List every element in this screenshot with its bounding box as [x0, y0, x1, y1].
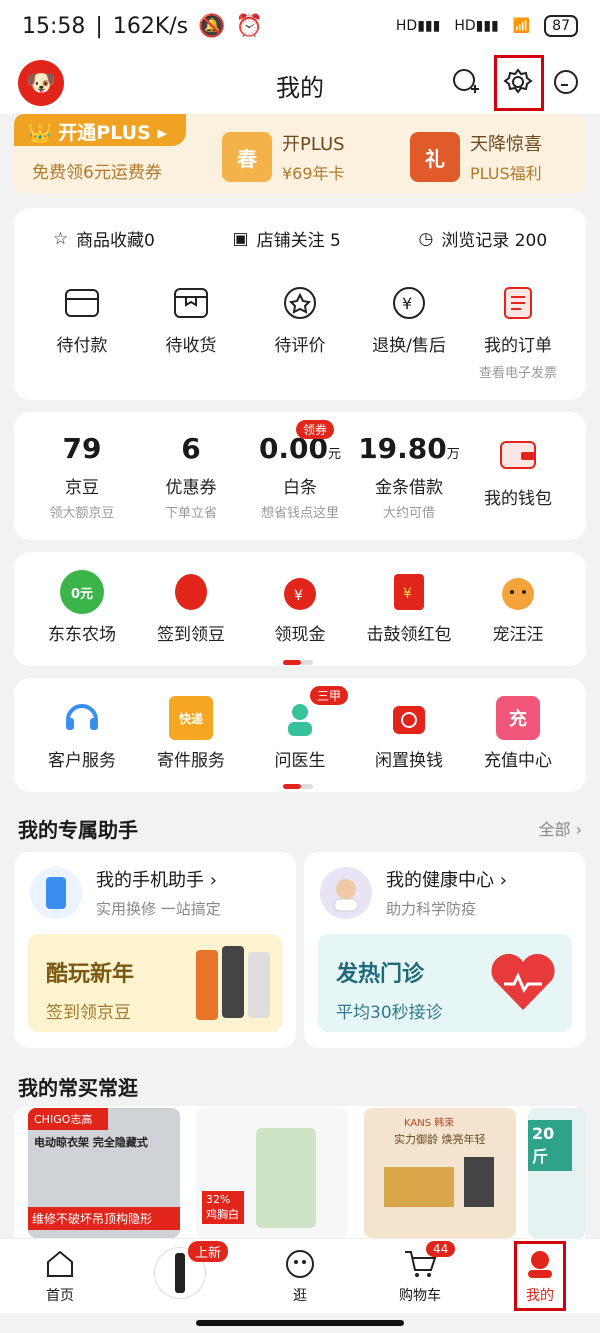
- follow-link[interactable]: ▣ 店铺关注 5: [232, 226, 341, 252]
- order-receive[interactable]: 待收货: [139, 281, 243, 381]
- gift-icon: 礼: [410, 132, 460, 182]
- dog-icon: [496, 570, 540, 614]
- orders-card: ☆ 商品收藏0 ▣ 店铺关注 5 ◷ 浏览记录 200 待付款 待收货 待评价 ¥ 退…: [14, 208, 586, 400]
- doctor-item[interactable]: 三甲 问医生: [248, 686, 352, 771]
- review-icon: [278, 281, 322, 325]
- pet-item[interactable]: 宠汪汪: [466, 570, 570, 645]
- status-bar: 15:58 | 162K/s 🔕 ⏰ HD▮▮▮ HD▮▮▮ 📶 87: [0, 0, 600, 52]
- home-indicator: [196, 1320, 404, 1326]
- coupon-item[interactable]: 6 优惠券 下单立省: [139, 432, 243, 521]
- battery-level: 87: [544, 15, 578, 37]
- tab-mine[interactable]: 我的: [480, 1239, 600, 1314]
- product-drying-rack[interactable]: CHIGO志高 电动晾衣架 完全隐藏式 维修不破坏吊顶构隐形: [28, 1108, 180, 1238]
- top-header: 🐶 我的: [0, 52, 600, 114]
- order-list-icon: [496, 281, 540, 325]
- games-card: 0元 东东农场 签到领豆 ¥ 领现金 ¥ 击鼓领红包 宠汪汪: [14, 552, 586, 666]
- cart-count-badge: 44: [426, 1241, 456, 1257]
- plus-surprise[interactable]: 礼 天降惊喜 PLUS福利: [410, 130, 542, 184]
- settings-highlight: [494, 55, 544, 111]
- tab-browse[interactable]: 逛: [240, 1239, 360, 1314]
- headset-icon: [60, 696, 104, 740]
- mute-icon: 🔕: [198, 13, 226, 39]
- sanjia-badge: 三甲: [310, 686, 349, 705]
- status-time: 15:58: [22, 13, 86, 39]
- farm-icon: 0元: [60, 570, 104, 614]
- message-icon[interactable]: [548, 64, 584, 100]
- health-banner[interactable]: 发热门诊 平均30秒接诊: [318, 934, 572, 1032]
- jintiao-item[interactable]: 19.80万 金条借款 大约可借: [357, 432, 461, 521]
- fav-link[interactable]: ☆ 商品收藏0: [52, 226, 155, 252]
- recharge-item[interactable]: 充 充值中心: [466, 696, 570, 771]
- signal-icon: HD▮▮▮: [395, 18, 441, 34]
- red-packet-icon: ¥: [387, 570, 431, 614]
- tab-mine-highlight: [514, 1241, 566, 1311]
- add-friend-icon[interactable]: [448, 64, 484, 100]
- new-badge: 上新: [188, 1241, 229, 1262]
- bean-icon: [169, 570, 213, 614]
- alarm-icon: ⏰: [235, 13, 263, 39]
- order-refund[interactable]: ¥ 退换/售后: [357, 281, 461, 381]
- wifi-icon: 📶: [512, 18, 531, 34]
- assistant-title: 我的专属助手: [18, 818, 138, 842]
- svg-text:¥: ¥: [403, 586, 412, 602]
- tab-cart[interactable]: 44 购物车: [360, 1239, 480, 1314]
- express-item[interactable]: 快递 寄件服务: [139, 696, 243, 771]
- recharge-icon: 充: [496, 696, 540, 740]
- product-cosmetics[interactable]: KANS 韩束 实力御龄 焕亮年轻: [364, 1108, 516, 1238]
- star-icon: ☆: [52, 228, 69, 249]
- order-review[interactable]: 待评价: [248, 281, 352, 381]
- plus-coupon-text: 免费领6元运费券: [32, 163, 162, 183]
- product-cat-food[interactable]: 32% 鸡胸白: [196, 1108, 348, 1238]
- idle-exchange-item[interactable]: 闲置换钱: [357, 696, 461, 771]
- plus-annual-card[interactable]: 春 开PLUS ¥69年卡: [222, 130, 345, 184]
- box-icon: [169, 281, 213, 325]
- phone-icon: [30, 866, 82, 919]
- tab-home[interactable]: 首页: [0, 1239, 120, 1314]
- wallet-card: 79 京豆 领大额京豆 6 优惠券 下单立省 领券 0.00元 白条 想省钱点这…: [14, 412, 586, 540]
- baitiao-item[interactable]: 领券 0.00元 白条 想省钱点这里: [248, 420, 352, 521]
- signal2-icon: HD▮▮▮: [454, 18, 499, 34]
- product-partial[interactable]: 20斤: [528, 1108, 586, 1238]
- wallet-card-icon: [60, 281, 104, 325]
- status-speed: 162K/s: [112, 13, 189, 39]
- history-link[interactable]: ◷ 浏览记录 200: [418, 226, 547, 252]
- plus-open-tag[interactable]: 👑 开通PLUS ▸: [14, 114, 186, 146]
- frequent-title: 我的常买常逛: [18, 1076, 138, 1100]
- clock-icon: ◷: [418, 228, 434, 249]
- assistant-more-link[interactable]: 全部 ›: [539, 816, 583, 840]
- phone-assistant-card[interactable]: 我的手机助手 › 实用换修 一站搞定 酷玩新年 签到领京豆: [14, 852, 296, 1048]
- svg-text:¥: ¥: [294, 588, 303, 604]
- phone-product-image: [192, 944, 272, 1024]
- home-icon: [43, 1247, 77, 1281]
- plus-card-icon: 春: [222, 132, 272, 182]
- games-pager: [283, 650, 317, 665]
- phone-banner[interactable]: 酷玩新年 签到领京豆: [28, 934, 282, 1032]
- bottom-tab-bar: 首页 上新 逛 44 购物车 我的: [0, 1238, 600, 1313]
- jingdou-item[interactable]: 79 京豆 领大额京豆: [30, 432, 134, 521]
- services-pager: [283, 774, 317, 789]
- doctor-avatar: [320, 866, 372, 919]
- drum-item[interactable]: ¥ 击鼓领红包: [357, 570, 461, 645]
- coupon-badge: 领券: [296, 420, 335, 439]
- cash-item[interactable]: ¥ 领现金: [248, 570, 352, 645]
- money-bag-icon: ¥: [278, 570, 322, 614]
- signin-item[interactable]: 签到领豆: [139, 570, 243, 645]
- recycle-icon: [387, 696, 431, 740]
- order-all[interactable]: 我的订单 查看电子发票: [466, 281, 570, 381]
- svg-text:¥: ¥: [402, 294, 412, 313]
- heart-icon: [488, 950, 558, 1018]
- shop-icon: ▣: [232, 228, 249, 249]
- wallet-icon: [496, 432, 540, 476]
- express-icon: 快递: [169, 696, 213, 740]
- customer-service-item[interactable]: 客户服务: [30, 696, 134, 771]
- my-wallet-item[interactable]: 我的钱包: [466, 432, 570, 521]
- browse-icon: [283, 1247, 317, 1281]
- farm-item[interactable]: 0元 东东农场: [30, 570, 134, 645]
- order-unpaid[interactable]: 待付款: [30, 281, 134, 381]
- services-card: 客户服务 快递 寄件服务 三甲 问医生 闲置换钱 充 充值中心: [14, 678, 586, 792]
- health-center-card[interactable]: 我的健康中心 › 助力科学防疫 发热门诊 平均30秒接诊: [304, 852, 586, 1048]
- plus-banner[interactable]: 👑 开通PLUS ▸ 免费领6元运费券 春 开PLUS ¥69年卡 礼 天降惊喜…: [14, 114, 586, 194]
- tab-new[interactable]: 上新: [120, 1239, 240, 1314]
- refund-icon: ¥: [387, 281, 431, 325]
